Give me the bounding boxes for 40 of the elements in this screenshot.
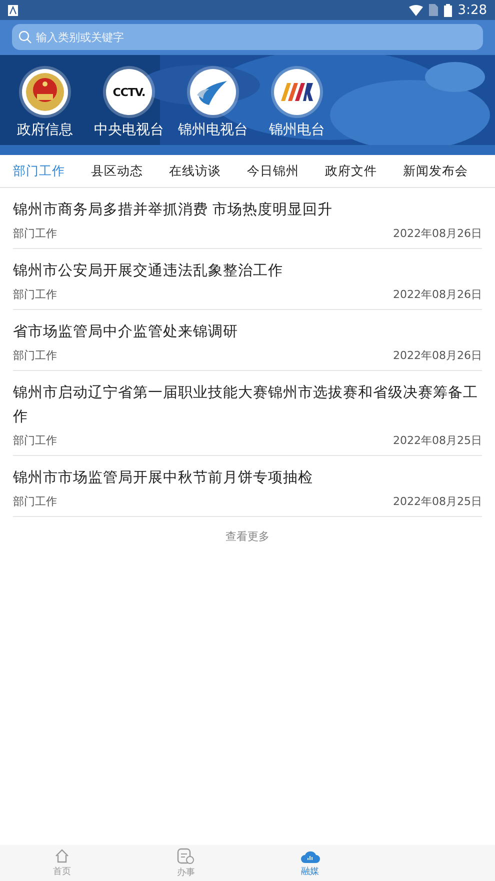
article-date: 2022年08月25日 (393, 494, 482, 509)
article-date: 2022年08月26日 (393, 287, 482, 302)
search-icon (18, 30, 32, 44)
category-tab[interactable]: 今日锦州 (247, 162, 299, 180)
battery-icon (444, 4, 452, 16)
article-date: 2022年08月26日 (393, 348, 482, 363)
category-tab[interactable]: 部门工作 (13, 162, 65, 180)
article-category: 部门工作 (13, 348, 57, 363)
article-title[interactable]: 省市场监管局中介监管处来锦调研 (13, 320, 482, 344)
article-title[interactable]: 锦州市市场监管局开展中秋节前月饼专项抽检 (13, 466, 482, 490)
stripes-icon (279, 81, 315, 103)
article-category: 部门工作 (13, 287, 57, 302)
logo-text: CCTV. (112, 86, 146, 98)
article-category: 部门工作 (13, 433, 57, 448)
status-time: 3:28 (458, 2, 487, 18)
category-tab[interactable]: 县区动态 (91, 162, 143, 180)
home-icon (54, 848, 70, 864)
article-title[interactable]: 锦州市公安局开展交通违法乱象整治工作 (13, 259, 482, 283)
article-title[interactable]: 锦州市商务局多措并举抓消费 市场热度明显回升 (13, 198, 482, 222)
category-tab[interactable]: 新闻发布会 (403, 162, 468, 180)
wifi-icon (408, 4, 423, 16)
emblem-icon (25, 72, 65, 112)
load-more-link[interactable]: 查看更多 (226, 530, 270, 543)
channel-label[interactable]: 政府信息 (17, 121, 73, 139)
category-tab[interactable]: 在线访谈 (169, 162, 221, 180)
category-tab[interactable]: 政府文件 (325, 162, 377, 180)
cloud-icon (300, 848, 320, 864)
search-field[interactable]: 输入类别或关键字 (12, 24, 483, 50)
notification-icon (8, 4, 18, 16)
channel-label[interactable]: 锦州电视台 (178, 121, 248, 139)
article-title[interactable]: 锦州市启动辽宁省第一届职业技能大赛锦州市选拔赛和省级决赛筹备工作 (13, 381, 482, 429)
channel-label[interactable]: 锦州电台 (269, 121, 325, 139)
article-category: 部门工作 (13, 226, 57, 241)
article-category: 部门工作 (13, 494, 57, 509)
no-sim-icon (428, 4, 438, 16)
article-date: 2022年08月25日 (393, 433, 482, 448)
clipboard-icon (177, 848, 195, 864)
nav-tab[interactable]: 融媒 (248, 845, 372, 881)
channel-label[interactable]: 中央电视台 (94, 121, 164, 139)
article-date: 2022年08月26日 (393, 226, 482, 241)
